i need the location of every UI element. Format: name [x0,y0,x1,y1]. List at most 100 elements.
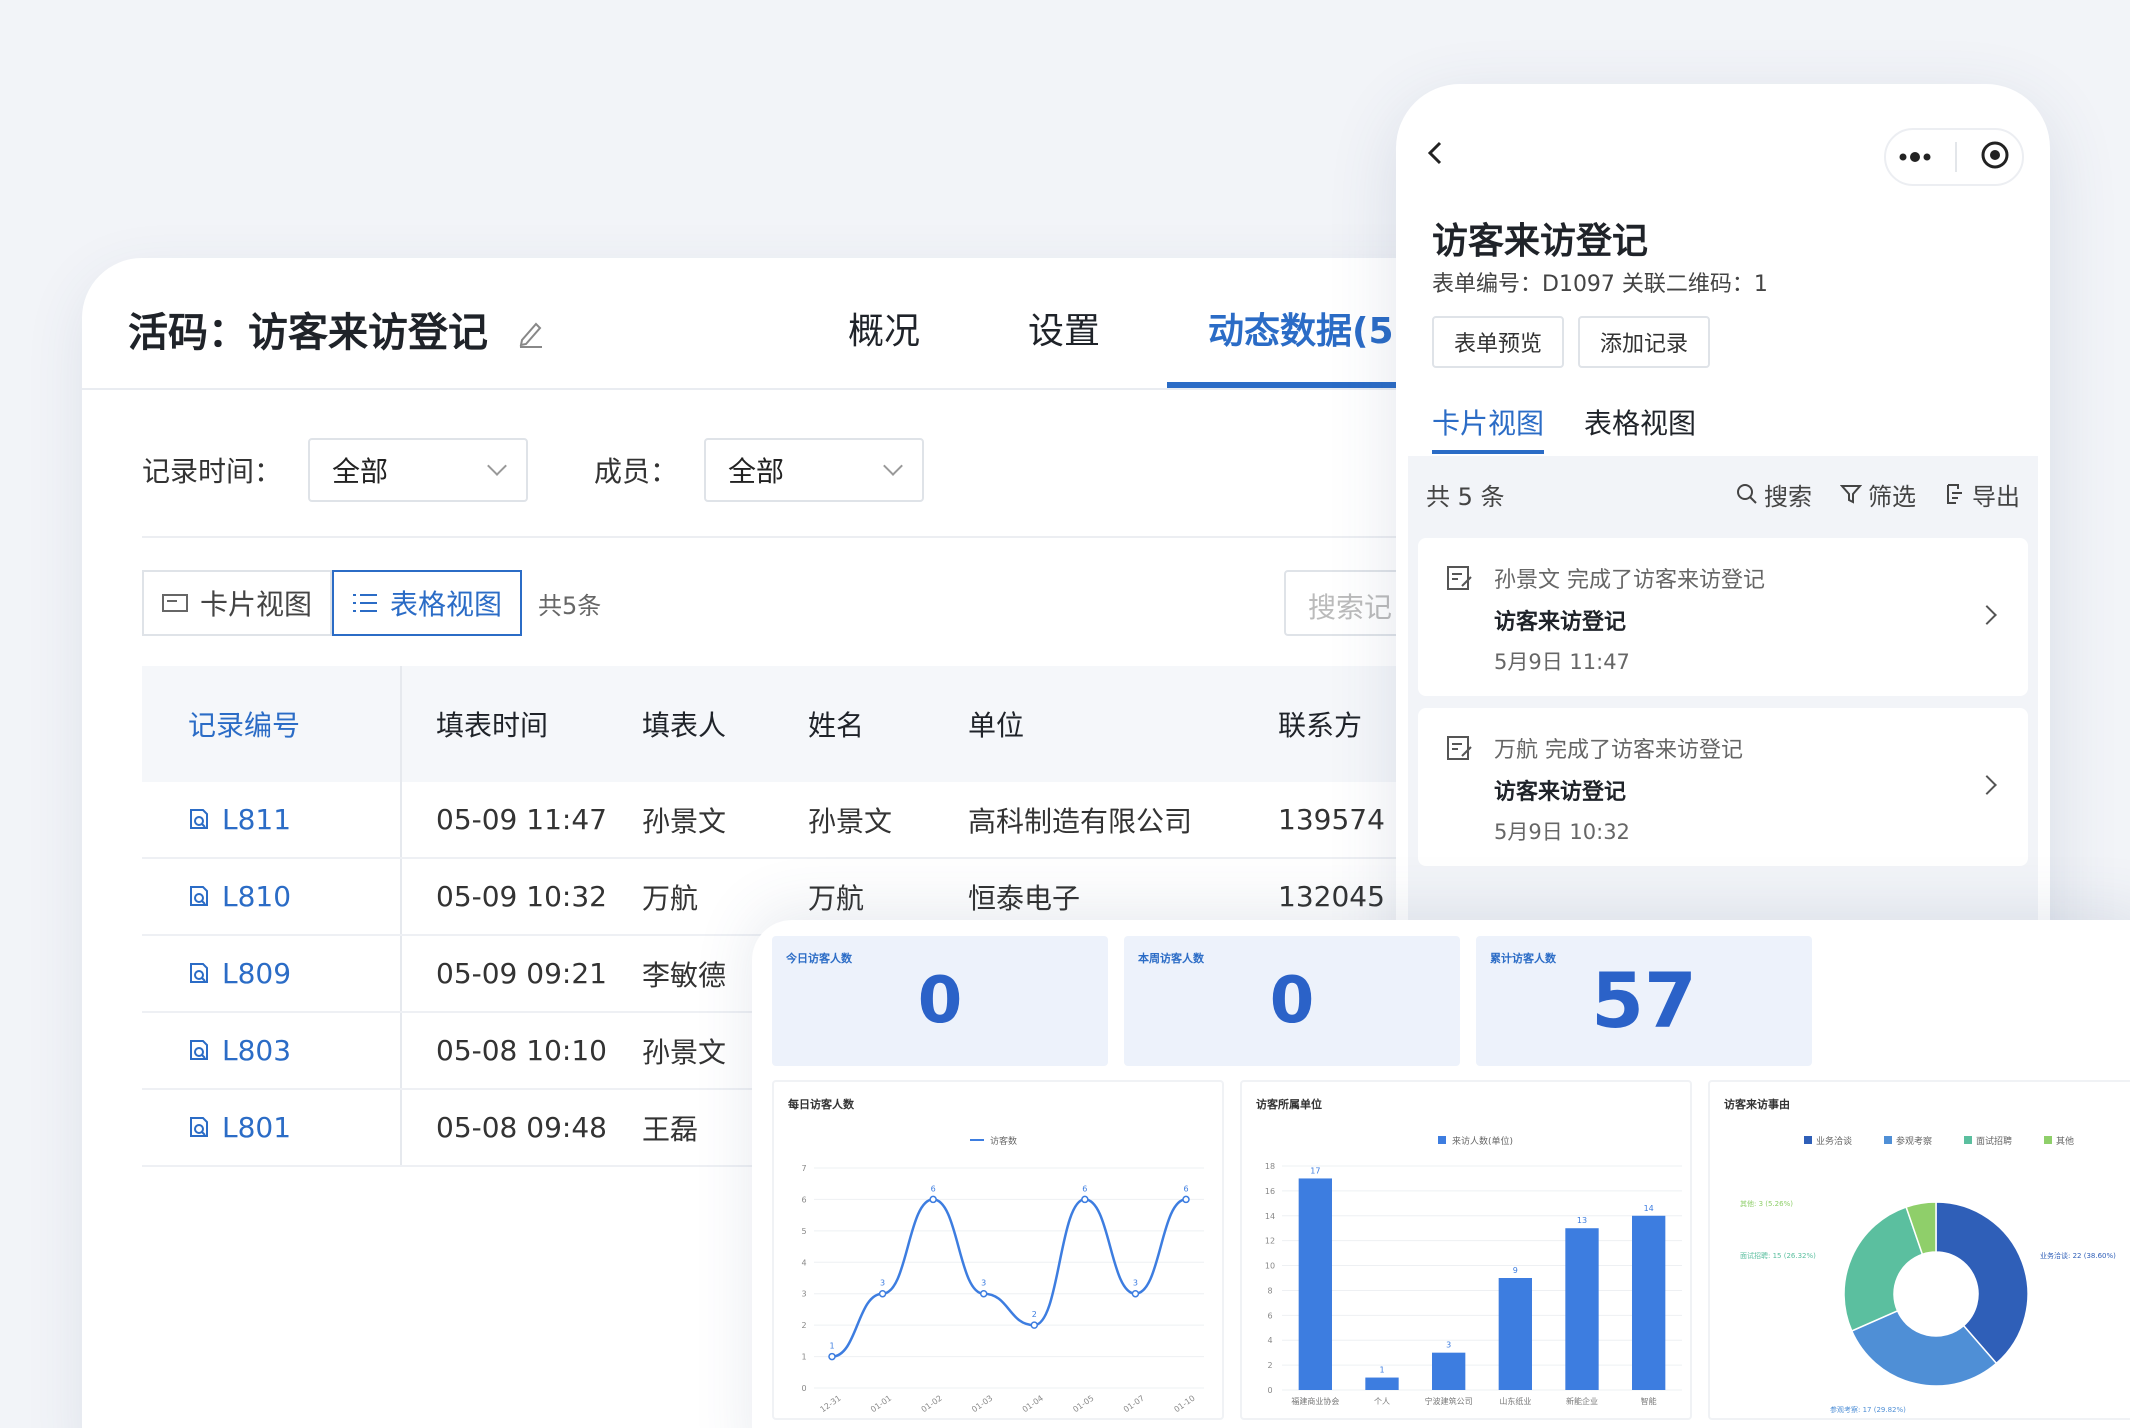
x-tick-label: 01-07 [1122,1394,1146,1415]
x-tick-label: 01-03 [970,1394,994,1415]
form-preview-button[interactable]: 表单预览 [1432,316,1565,368]
cell-record-id[interactable]: L801 [142,1090,402,1165]
cell-name: 孙景文 [808,804,893,838]
record-search-icon [190,808,208,829]
search-icon [1737,484,1757,504]
mobile-toolbar: 共 5 条 搜索 筛选 导出 [1408,456,2038,532]
mobile-count: 共 5 条 [1426,482,1505,511]
cell-record-id[interactable]: L811 [142,782,402,857]
slice-label: 业务洽谈: 22 (38.60%) [2040,1251,2116,1260]
cell-filler: 万航 [642,881,699,915]
col-record-id[interactable]: 记录编号 [142,666,402,782]
data-label: 3 [981,1279,986,1288]
edit-icon[interactable] [518,312,544,358]
time-filter-select[interactable]: 全部 [308,438,529,502]
cell-record-id[interactable]: L803 [142,1013,402,1088]
legend-swatch [1964,1136,1972,1144]
record-card[interactable]: 万航 完成了访客来访登记 访客来访登记 5月9日 10:32 [1418,708,2028,866]
record-link[interactable]: L801 [188,1111,291,1144]
record-link[interactable]: L811 [188,803,291,836]
col-filler[interactable]: 填表人 [642,704,808,744]
data-label: 13 [1577,1216,1587,1225]
card-view-button[interactable]: 卡片视图 [142,570,333,636]
record-card[interactable]: 孙景文 完成了访客来访登记 访客来访登记 5月9日 11:47 [1418,538,2028,696]
data-label: 3 [1446,1341,1451,1350]
more-icon[interactable] [1898,148,1932,167]
x-tick-label: 01-01 [869,1394,893,1415]
y-tick-label: 4 [1267,1336,1272,1345]
cell-filler: 孙景文 [642,804,727,838]
chart-title: 访客所属单位 [1256,1098,1322,1111]
active-tab-indicator [1167,382,1427,388]
y-tick-label: 1 [801,1353,806,1362]
y-tick-label: 6 [1267,1311,1272,1320]
record-link[interactable]: L809 [188,957,291,990]
filter-label: 筛选 [1868,482,1916,511]
bar [1298,1178,1332,1390]
cell-record-id[interactable]: L809 [142,936,402,1011]
y-tick-label: 3 [801,1290,806,1299]
y-tick-label: 8 [1267,1286,1272,1295]
x-tick-label: 智能 [1641,1396,1657,1406]
bar [1565,1228,1599,1390]
form-record-icon [1446,564,1474,596]
col-name[interactable]: 姓名 [808,704,968,744]
y-tick-label: 4 [801,1258,806,1267]
y-tick-label: 12 [1265,1237,1275,1246]
y-tick-label: 2 [1267,1361,1272,1370]
bar [1432,1352,1466,1390]
mobile-title: 访客来访登记 [1432,221,1649,262]
bar [1632,1215,1666,1390]
tab-settings[interactable]: 设置 [1028,302,1100,354]
x-tick-label: 01-10 [1172,1394,1196,1415]
mobile-tab-table[interactable]: 表格视图 [1584,402,1696,442]
data-point [878,1289,887,1298]
back-icon[interactable] [1424,138,1448,172]
export-button[interactable]: 导出 [1944,477,2020,512]
tab-dynamic-data[interactable]: 动态数据(5) [1208,302,1410,354]
add-record-button[interactable]: 添加记录 [1578,316,1711,368]
col-company[interactable]: 单位 [968,704,1278,744]
member-filter-select[interactable]: 全部 [704,438,925,502]
cell-record-id[interactable]: L810 [142,859,402,934]
data-point [1081,1195,1089,1204]
data-point [1182,1195,1190,1204]
legend-label: 访客数 [990,1135,1017,1147]
tab-overview[interactable]: 概况 [848,302,920,354]
table-view-label: 表格视图 [390,588,503,621]
time-filter-label: 记录时间： [142,455,283,488]
record-id-text: L809 [222,957,292,990]
table-row[interactable]: L811 05-09 11:47 孙景文 孙景文 高科制造有限公司 139574 [142,782,1562,859]
form-record-icon [1446,734,1474,766]
page-title-text: 活码：访客来访登记 [128,310,488,356]
y-tick-label: 14 [1265,1212,1275,1221]
mobile-tab-card[interactable]: 卡片视图 [1432,402,1544,442]
card-time: 5月9日 10:32 [1494,820,1630,844]
kpi-week: 本周访客人数 0 [1124,936,1460,1066]
data-point [828,1352,836,1361]
y-tick-label: 18 [1265,1162,1275,1171]
data-label: 3 [880,1279,885,1288]
line-chart-svg: 访客数 0 1 2 3 4 5 6 7 1 12-31 3 01-01 6 01-02 3 01-03 2 01-0… [801,1135,1204,1415]
capsule-divider [1954,142,1957,172]
record-link[interactable]: L803 [188,1034,291,1067]
data-label: 2 [1032,1310,1037,1319]
page-title: 活码：访客来访登记 [128,300,544,358]
data-point [979,1289,988,1298]
y-tick-label: 6 [801,1195,806,1204]
x-tick-label: 01-05 [1071,1394,1095,1415]
table-view-button[interactable]: 表格视图 [332,570,523,636]
record-id-text: L803 [222,1034,292,1067]
slice-label: 其他: 3 (5.26%) [1740,1199,1793,1208]
close-target-icon[interactable] [1980,140,2010,174]
export-label: 导出 [1972,482,2020,511]
filter-button[interactable]: 筛选 [1840,477,1916,512]
cell-company: 恒泰电子 [968,881,1081,915]
legend-label: 参观考察 [1896,1135,1932,1147]
search-button[interactable]: 搜索 [1736,477,1812,512]
legend-label: 面试招聘 [1976,1135,2012,1147]
record-search-icon [190,885,208,906]
col-fill-time[interactable]: 填表时间 [402,704,642,744]
cell-company: 高科制造有限公司 [968,804,1193,838]
record-link[interactable]: L810 [188,880,291,913]
